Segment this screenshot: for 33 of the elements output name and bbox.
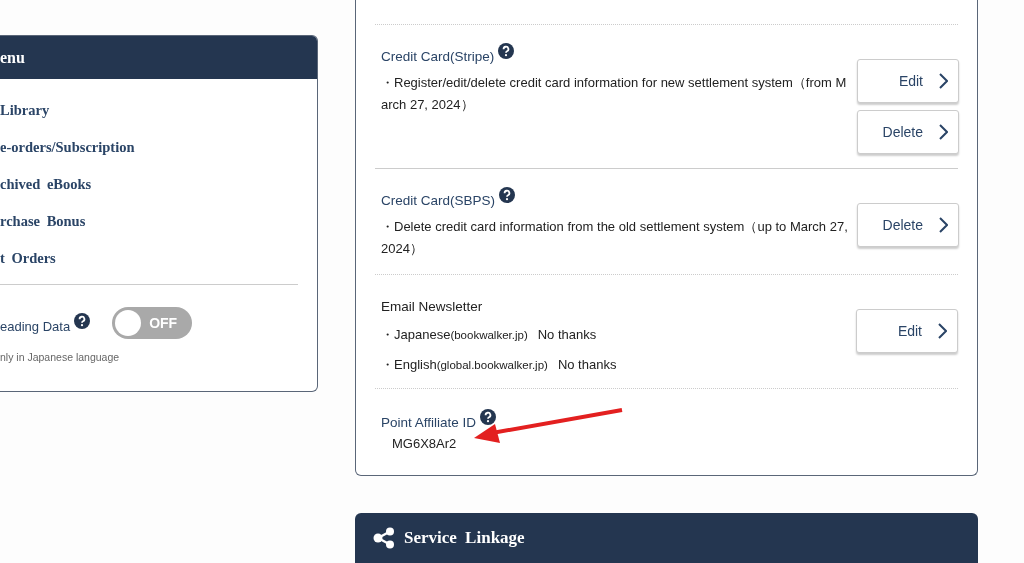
menu-link[interactable]: e-orders/Subscription <box>0 139 135 156</box>
newsletter-name: ・Japanese(bookwalker.jp) <box>381 326 528 344</box>
description-text: ・Register/edit/delete credit card information for new settlement system（from March 27, 2024） <box>381 74 848 114</box>
share-icon <box>373 527 395 549</box>
setting-title: Email Newsletter <box>381 299 483 314</box>
chevron-right-icon <box>939 217 948 233</box>
newsletter-name: ・English(global.bookwalker.jp) <box>381 356 548 374</box>
description-text: ・Delete credit card information from the old settlement system（up to March 27, 2024） <box>381 218 849 258</box>
menu-title: enu <box>0 48 25 67</box>
menu-link[interactable]: rchase Bonus <box>0 213 86 230</box>
reading-data-label: eading Data <box>0 318 71 334</box>
help-icon[interactable] <box>74 312 91 329</box>
newsletter-status: No thanks <box>537 327 597 342</box>
setting-title: Point Affiliate ID <box>381 415 477 430</box>
setting-title: Credit Card(SBPS) <box>381 193 496 208</box>
setting-title: Credit Card(Stripe) <box>381 49 495 64</box>
action-button[interactable]: Edit <box>857 59 959 103</box>
menu-link[interactable]: Library <box>0 102 50 119</box>
menu-link[interactable]: chived eBooks <box>0 176 92 193</box>
action-button[interactable]: Delete <box>857 110 959 154</box>
action-button[interactable]: Edit <box>856 309 958 353</box>
help-icon[interactable] <box>498 43 515 59</box>
note-text: nly in Japanese language <box>0 351 121 363</box>
chevron-right-icon <box>939 73 948 89</box>
help-icon[interactable] <box>480 409 497 425</box>
help-icon[interactable] <box>499 187 516 203</box>
newsletter-status: No thanks <box>557 357 617 372</box>
chevron-right-icon <box>938 323 947 339</box>
action-button[interactable]: Delete <box>857 203 959 247</box>
menu-link[interactable]: t Orders <box>0 250 56 267</box>
section-title: Service Linkage <box>404 528 525 548</box>
chevron-right-icon <box>939 124 948 140</box>
affiliate-id: MG6X8Ar2 <box>392 436 458 451</box>
